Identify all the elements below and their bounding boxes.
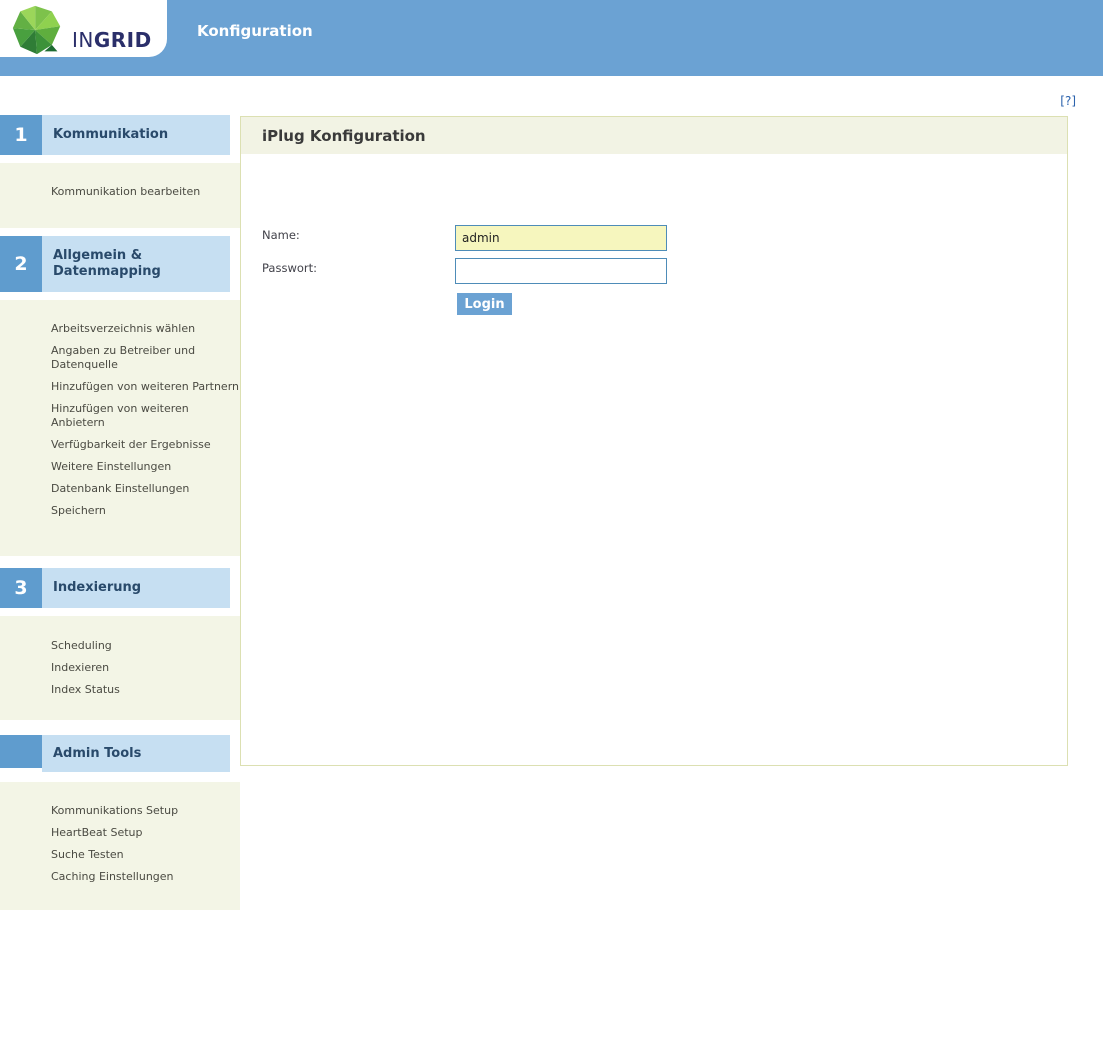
logo-text: INGRID xyxy=(72,30,152,50)
sidebar-section-links-allgemein: Arbeitsverzeichnis wählen Angaben zu Bet… xyxy=(0,300,240,556)
name-input[interactable] xyxy=(455,225,667,251)
sidebar-link[interactable]: Scheduling xyxy=(51,639,241,653)
section-number-badge: 3 xyxy=(0,568,42,608)
sidebar-link[interactable]: Index Status xyxy=(51,683,241,697)
app-title: Konfiguration xyxy=(197,22,313,40)
logo-tab: INGRID xyxy=(0,0,167,57)
config-panel: iPlug Konfiguration Name: Passwort: Logi… xyxy=(240,116,1068,766)
sidebar-section-links-indexierung: Scheduling Indexieren Index Status xyxy=(0,616,240,720)
sidebar-link[interactable]: Angaben zu Betreiber und Datenquelle xyxy=(51,344,241,372)
sidebar-section-header-kommunikation: 1 Kommunikation xyxy=(0,115,230,155)
sidebar-link[interactable]: Hinzufügen von weiteren Anbietern xyxy=(51,402,241,430)
section-title: Admin Tools xyxy=(42,735,230,772)
password-label: Passwort: xyxy=(262,261,318,275)
section-number-badge: 1 xyxy=(0,115,42,155)
sidebar-link[interactable]: Caching Einstellungen xyxy=(51,870,241,884)
panel-header: iPlug Konfiguration xyxy=(241,117,1067,154)
sidebar-link[interactable]: Weitere Einstellungen xyxy=(51,460,241,474)
section-number-badge: 2 xyxy=(0,236,42,292)
logo-text-grid: GRID xyxy=(93,28,152,52)
password-input[interactable] xyxy=(455,258,667,284)
name-label: Name: xyxy=(262,228,300,242)
sidebar-link[interactable]: Datenbank Einstellungen xyxy=(51,482,241,496)
sidebar-link[interactable]: Indexieren xyxy=(51,661,241,675)
sidebar-section-header-admin-tools: Admin Tools xyxy=(0,735,230,772)
section-title: Allgemein & Datenmapping xyxy=(42,236,230,292)
sidebar-link[interactable]: Speichern xyxy=(51,504,241,518)
sidebar-link[interactable]: Arbeitsverzeichnis wählen xyxy=(51,322,241,336)
sidebar-link[interactable]: Verfügbarkeit der Ergebnisse xyxy=(51,438,241,452)
section-number-badge xyxy=(0,735,42,768)
page-title: iPlug Konfiguration xyxy=(262,126,426,145)
sidebar-link[interactable]: Kommunikation bearbeiten xyxy=(51,185,241,199)
section-title: Indexierung xyxy=(42,568,230,608)
help-link[interactable]: [?] xyxy=(1060,94,1076,108)
logo-text-in: IN xyxy=(72,28,94,52)
sidebar-link[interactable]: Suche Testen xyxy=(51,848,241,862)
sidebar-section-header-indexierung: 3 Indexierung xyxy=(0,568,230,608)
sidebar-link[interactable]: HeartBeat Setup xyxy=(51,826,241,840)
section-title: Kommunikation xyxy=(42,115,230,155)
ingrid-gem-icon xyxy=(12,5,61,55)
sidebar-section-links-kommunikation: Kommunikation bearbeiten xyxy=(0,163,240,228)
top-bar: INGRID Konfiguration xyxy=(0,0,1103,76)
login-button[interactable]: Login xyxy=(457,293,512,315)
sidebar-section-header-allgemein: 2 Allgemein & Datenmapping xyxy=(0,236,230,292)
sidebar-section-links-admin-tools: Kommunikations Setup HeartBeat Setup Suc… xyxy=(0,782,240,910)
sidebar-link[interactable]: Hinzufügen von weiteren Partnern xyxy=(51,380,241,394)
sidebar-link[interactable]: Kommunikations Setup xyxy=(51,804,241,818)
